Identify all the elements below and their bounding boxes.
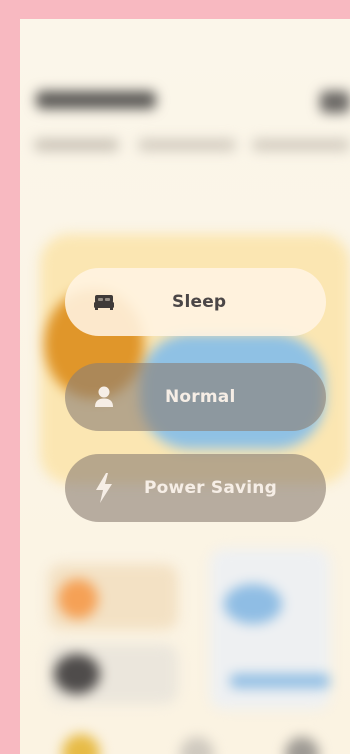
power-saving-mode-button[interactable]: Power Saving (65, 454, 326, 522)
power-saving-mode-label: Power Saving (144, 478, 277, 498)
normal-mode-label: Normal (165, 387, 236, 407)
phone-screen: Sleep Normal Power Saving (20, 19, 350, 754)
bed-icon (93, 291, 115, 313)
normal-mode-button[interactable]: Normal (65, 363, 326, 431)
sleep-mode-label: Sleep (172, 292, 227, 312)
mode-menu: Sleep Normal Power Saving (20, 19, 350, 754)
lightning-icon (93, 473, 115, 503)
sleep-mode-button[interactable]: Sleep (65, 268, 326, 336)
person-icon (93, 386, 115, 408)
